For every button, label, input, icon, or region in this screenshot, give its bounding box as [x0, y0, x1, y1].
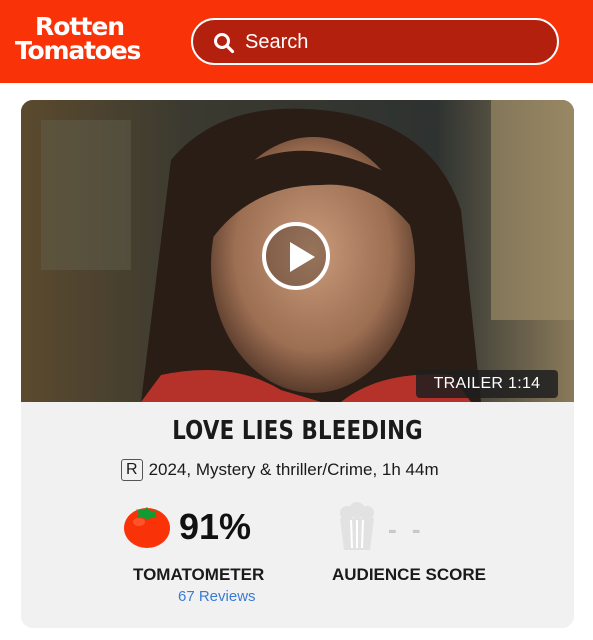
play-icon — [290, 242, 315, 272]
movie-meta: R 2024, Mystery & thriller/Crime, 1h 44m — [121, 457, 439, 483]
movie-details: 2024, Mystery & thriller/Crime, 1h 44m — [148, 460, 439, 479]
search-bar[interactable] — [191, 18, 559, 65]
popcorn-icon — [340, 502, 374, 550]
reviews-link[interactable]: 67 Reviews — [178, 588, 256, 605]
trailer-thumbnail[interactable]: TRAILER 1:14 — [21, 100, 574, 402]
movie-card: TRAILER 1:14 LOVE LIES BLEEDING R 2024, … — [21, 100, 574, 628]
site-header: Rotten Tomatoes — [0, 0, 593, 83]
movie-info: LOVE LIES BLEEDING R 2024, Mystery & thr… — [21, 402, 574, 628]
search-icon — [214, 33, 235, 54]
search-input[interactable] — [245, 27, 535, 57]
tomato-icon — [124, 507, 170, 548]
logo-line-2: Tomatoes — [15, 36, 141, 65]
tomatometer-score: 91% — [179, 506, 252, 547]
rating-badge: R — [121, 459, 143, 481]
rotten-tomatoes-logo[interactable]: Rotten Tomatoes — [15, 14, 167, 66]
tomatometer-label: TOMATOMETER — [133, 565, 265, 584]
audience-score: - - — [388, 514, 425, 544]
movie-title[interactable]: LOVE LIES BLEEDING — [71, 416, 524, 446]
audience-score-label: AUDIENCE SCORE — [332, 565, 486, 584]
trailer-duration-badge[interactable]: TRAILER 1:14 — [416, 370, 558, 398]
play-button[interactable] — [262, 222, 330, 290]
